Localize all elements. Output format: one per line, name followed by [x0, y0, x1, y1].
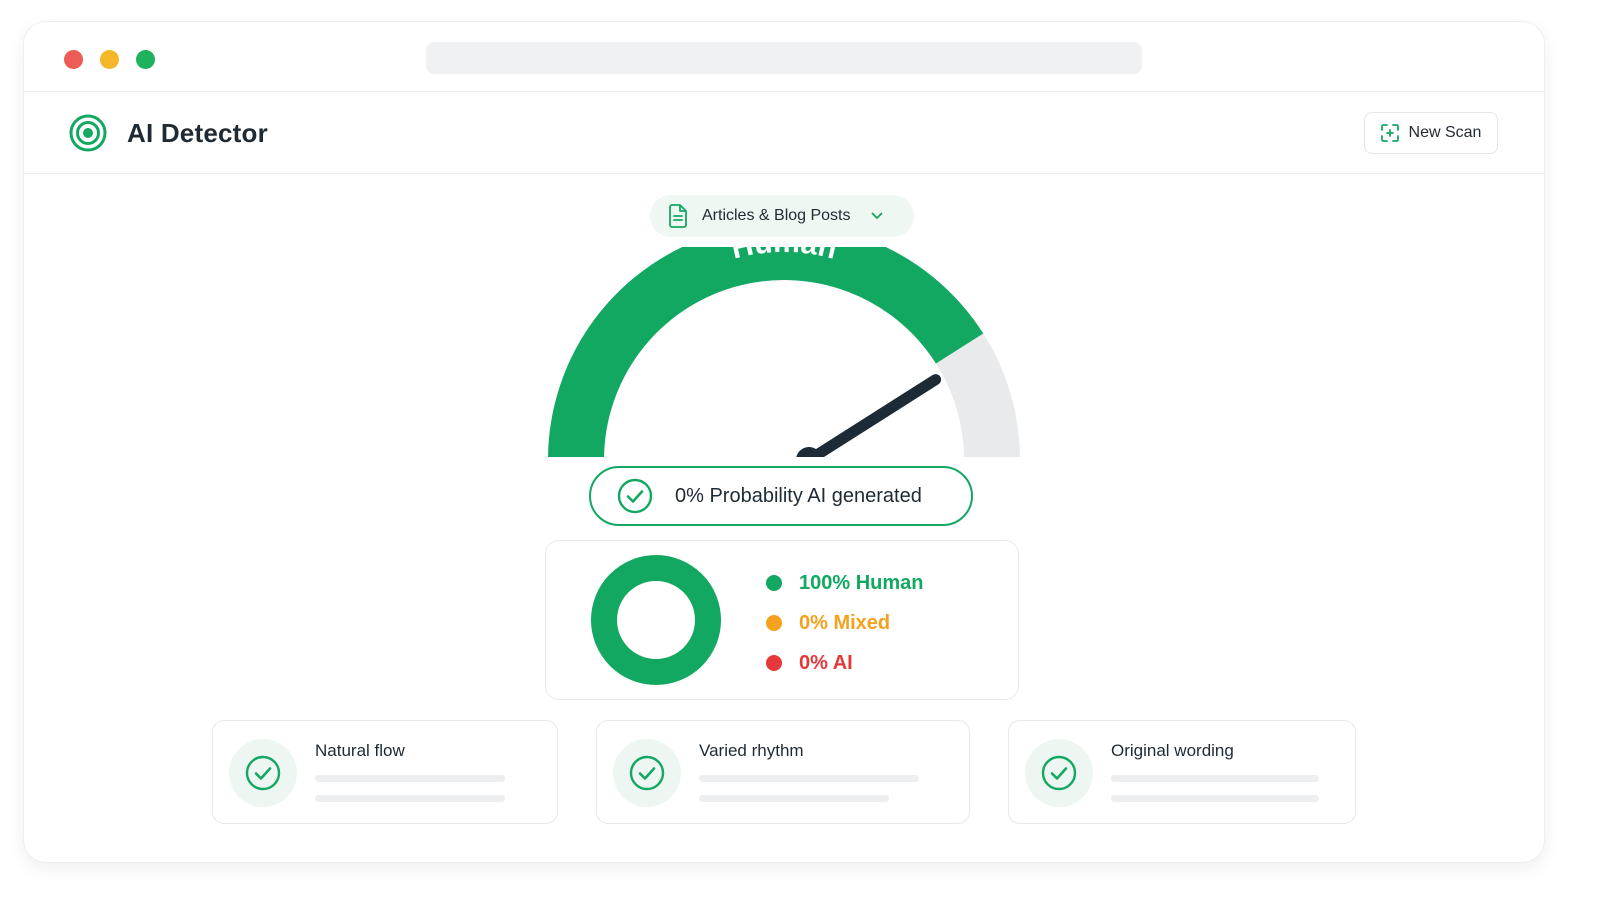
check-icon — [229, 739, 297, 807]
check-circle-icon — [617, 478, 653, 514]
breakdown-donut-chart — [591, 555, 721, 685]
score-breakdown-card: 100% Human 0% Mixed 0% AI — [545, 540, 1019, 700]
app-title: AI Detector — [127, 118, 268, 148]
placeholder-line — [315, 795, 505, 802]
document-icon — [669, 204, 687, 228]
human-score-gauge: Human — [548, 247, 1020, 457]
legend-label-human: 100% Human — [799, 571, 924, 594]
gauge-needle — [804, 374, 942, 457]
zoom-window-button[interactable] — [136, 50, 155, 69]
check-icon — [1025, 739, 1093, 807]
new-scan-button[interactable]: New Scan — [1364, 112, 1498, 154]
check-icon — [613, 739, 681, 807]
donut-segment-0 — [591, 555, 721, 685]
check-card-original-wording: Original wording — [1008, 720, 1356, 824]
address-bar[interactable] — [426, 42, 1142, 74]
content-type-dropdown[interactable]: Articles & Blog Posts — [650, 195, 914, 237]
window-titlebar — [24, 22, 1544, 92]
legend-label-ai: 0% AI — [799, 651, 853, 674]
legend-dot-ai — [766, 655, 782, 671]
placeholder-line — [1111, 775, 1319, 782]
legend-item-human: 100% Human — [766, 563, 924, 603]
legend-item-ai: 0% AI — [766, 643, 924, 683]
check-title: Natural flow — [315, 741, 405, 760]
app-header: AI Detector New Scan — [24, 92, 1544, 174]
legend-dot-mixed — [766, 615, 782, 631]
ai-probability-text: 0% Probability AI generated — [675, 484, 922, 507]
legend-label-mixed: 0% Mixed — [799, 611, 891, 634]
content-type-selected: Articles & Blog Posts — [702, 207, 851, 224]
scan-icon — [1380, 124, 1399, 142]
placeholder-line — [699, 795, 889, 802]
legend-item-mixed: 0% Mixed — [766, 603, 924, 643]
ai-probability-badge: 0% Probability AI generated — [589, 466, 973, 526]
check-title: Varied rhythm — [699, 741, 804, 760]
target-icon — [69, 114, 107, 152]
placeholder-line — [1111, 795, 1319, 802]
close-window-button[interactable] — [64, 50, 83, 69]
placeholder-line — [699, 775, 919, 782]
check-card-varied-rhythm: Varied rhythm — [596, 720, 970, 824]
breakdown-legend: 100% Human 0% Mixed 0% AI — [766, 563, 924, 683]
minimize-window-button[interactable] — [100, 50, 119, 69]
chevron-down-icon — [871, 212, 882, 219]
check-title: Original wording — [1111, 741, 1234, 760]
legend-dot-human — [766, 575, 782, 591]
new-scan-label: New Scan — [1408, 124, 1482, 141]
browser-window: AI Detector New Scan Articles & Blog Pos… — [24, 22, 1544, 862]
check-card-natural-flow: Natural flow — [212, 720, 558, 824]
gauge-fill — [548, 247, 984, 457]
placeholder-line — [315, 775, 505, 782]
